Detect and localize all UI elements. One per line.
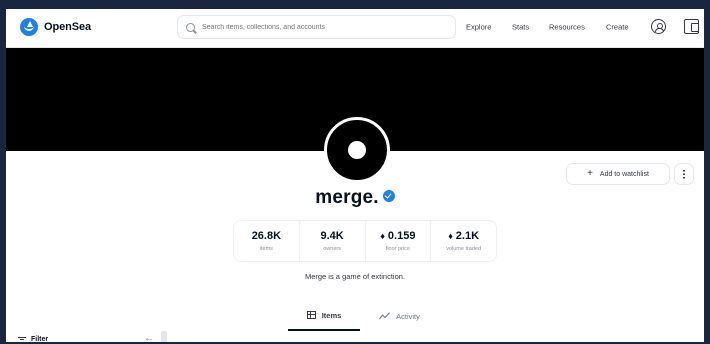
- plus-icon: +: [587, 168, 593, 179]
- watchlist-label: Add to watchlist: [599, 170, 649, 178]
- collection-tabs: Items Activity: [288, 301, 431, 331]
- verified-badge-icon: [382, 190, 395, 202]
- kebab-menu-icon: [683, 169, 685, 179]
- add-to-watchlist-button[interactable]: + Add to watchlist: [566, 163, 670, 185]
- tab-label: Items: [321, 310, 342, 320]
- more-options-button[interactable]: [674, 163, 694, 185]
- eth-icon: ♦: [380, 231, 385, 241]
- activity-chart-icon: [379, 312, 391, 320]
- tab-items[interactable]: Items: [288, 301, 360, 331]
- nav-link-create[interactable]: Create: [606, 23, 629, 32]
- search-bar[interactable]: [177, 15, 456, 39]
- stat-value: ♦ 2.1K: [448, 230, 479, 242]
- collection-title-row: merge.: [6, 187, 704, 209]
- stat-value-text: 26.8K: [251, 230, 282, 242]
- opensea-logo[interactable]: OpenSea: [20, 18, 91, 36]
- opensea-logo-icon: [20, 18, 38, 36]
- eth-icon: ♦: [448, 231, 453, 241]
- search-icon: [186, 22, 195, 32]
- nav-link-explore[interactable]: Explore: [466, 23, 491, 32]
- top-navbar: OpenSea Explore Stats Resources Create: [6, 9, 704, 48]
- filter-toggle[interactable]: Filter: [18, 336, 49, 343]
- nav-link-stats[interactable]: Stats: [512, 23, 529, 32]
- browser-frame: OpenSea Explore Stats Resources Create +…: [0, 0, 710, 344]
- stat-value-text: 9.4K: [320, 230, 344, 242]
- stat-value: 9.4K: [321, 230, 344, 242]
- collection-title: merge.: [315, 187, 379, 208]
- collection-stats: 26.8K items 9.4K owners ♦ 0.159 floor pri…: [233, 220, 497, 262]
- avatar-dot: [348, 141, 366, 159]
- stat-label: owners: [323, 246, 341, 252]
- stat-owners: 9.4K owners: [298, 221, 365, 261]
- filter-label: Filter: [31, 336, 49, 343]
- collection-avatar: [324, 117, 390, 183]
- stat-items: 26.8K items: [234, 221, 299, 261]
- filter-icon: [18, 336, 26, 342]
- search-input[interactable]: [202, 23, 442, 31]
- wallet-icon[interactable]: [684, 19, 699, 34]
- grid-icon: [306, 311, 316, 319]
- stat-value: ♦ 0.159: [380, 230, 415, 242]
- stat-value-text: 2.1K: [455, 230, 480, 242]
- scroll-handle[interactable]: [161, 331, 167, 342]
- collapse-arrow-icon[interactable]: ←: [144, 333, 154, 342]
- stat-floor-price: ♦ 0.159 floor price: [364, 221, 431, 261]
- tab-label: Activity: [396, 311, 420, 321]
- logo-text: OpenSea: [44, 21, 91, 33]
- stat-label: volume traded: [446, 246, 482, 252]
- stat-label: floor price: [385, 246, 410, 252]
- nav-link-resources[interactable]: Resources: [549, 23, 585, 32]
- stat-volume-traded: ♦ 2.1K volume traded: [430, 221, 496, 261]
- stat-value-text: 0.159: [387, 230, 416, 242]
- collection-description: Merge is a game of extinction.: [304, 272, 406, 281]
- stat-value: 26.8K: [252, 230, 281, 242]
- tab-activity[interactable]: Activity: [368, 301, 431, 331]
- user-icon[interactable]: [651, 19, 666, 34]
- stat-label: items: [259, 246, 273, 252]
